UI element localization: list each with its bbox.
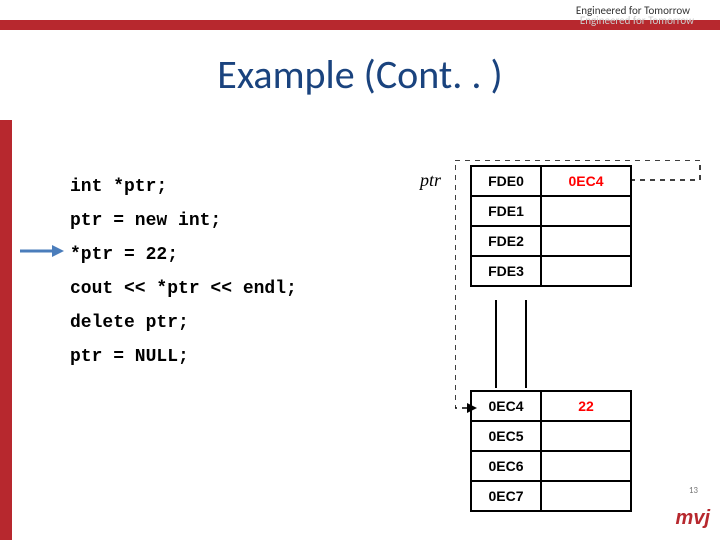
memory-table-top: FDE00EC4 FDE1 FDE2 FDE3	[470, 165, 632, 287]
cell-addr: 0EC5	[471, 421, 541, 451]
table-row: FDE2	[471, 226, 631, 256]
cell-val	[541, 196, 631, 226]
memory-table-bottom: 0EC422 0EC5 0EC6 0EC7	[470, 390, 632, 512]
table-row: FDE3	[471, 256, 631, 286]
code-line: delete ptr;	[70, 306, 297, 340]
cell-val	[541, 421, 631, 451]
code-line: ptr = new int;	[70, 204, 297, 238]
logo: mvj	[676, 507, 710, 530]
cell-addr: FDE1	[471, 196, 541, 226]
table-row: FDE1	[471, 196, 631, 226]
code-line: ptr = NULL;	[70, 340, 297, 374]
cell-val: 22	[541, 391, 631, 421]
table-row: 0EC7	[471, 481, 631, 511]
code-line: *ptr = 22;	[70, 238, 297, 272]
cell-addr: 0EC6	[471, 451, 541, 481]
connector-line	[525, 300, 527, 388]
page-number: 13	[689, 485, 698, 496]
sidebar-accent	[0, 120, 12, 540]
cell-addr: FDE3	[471, 256, 541, 286]
cell-val: 0EC4	[541, 166, 631, 196]
cell-addr: FDE0	[471, 166, 541, 196]
code-block: int *ptr; ptr = new int; *ptr = 22; cout…	[70, 170, 297, 374]
cell-val	[541, 256, 631, 286]
arrow-icon	[18, 243, 64, 259]
page-title: Example (Cont. . )	[0, 50, 720, 99]
table-row: 0EC422	[471, 391, 631, 421]
code-line: cout << *ptr << endl;	[70, 272, 297, 306]
ptr-label: ptr	[420, 170, 441, 191]
tagline: Engineered for Tomorrow	[576, 4, 690, 17]
table-row: FDE00EC4	[471, 166, 631, 196]
cell-val	[541, 451, 631, 481]
connector-line	[495, 300, 497, 388]
cell-addr: FDE2	[471, 226, 541, 256]
table-row: 0EC6	[471, 451, 631, 481]
code-line: int *ptr;	[70, 170, 297, 204]
cell-val	[541, 481, 631, 511]
cell-val	[541, 226, 631, 256]
cell-addr: 0EC7	[471, 481, 541, 511]
table-row: 0EC5	[471, 421, 631, 451]
cell-addr: 0EC4	[471, 391, 541, 421]
